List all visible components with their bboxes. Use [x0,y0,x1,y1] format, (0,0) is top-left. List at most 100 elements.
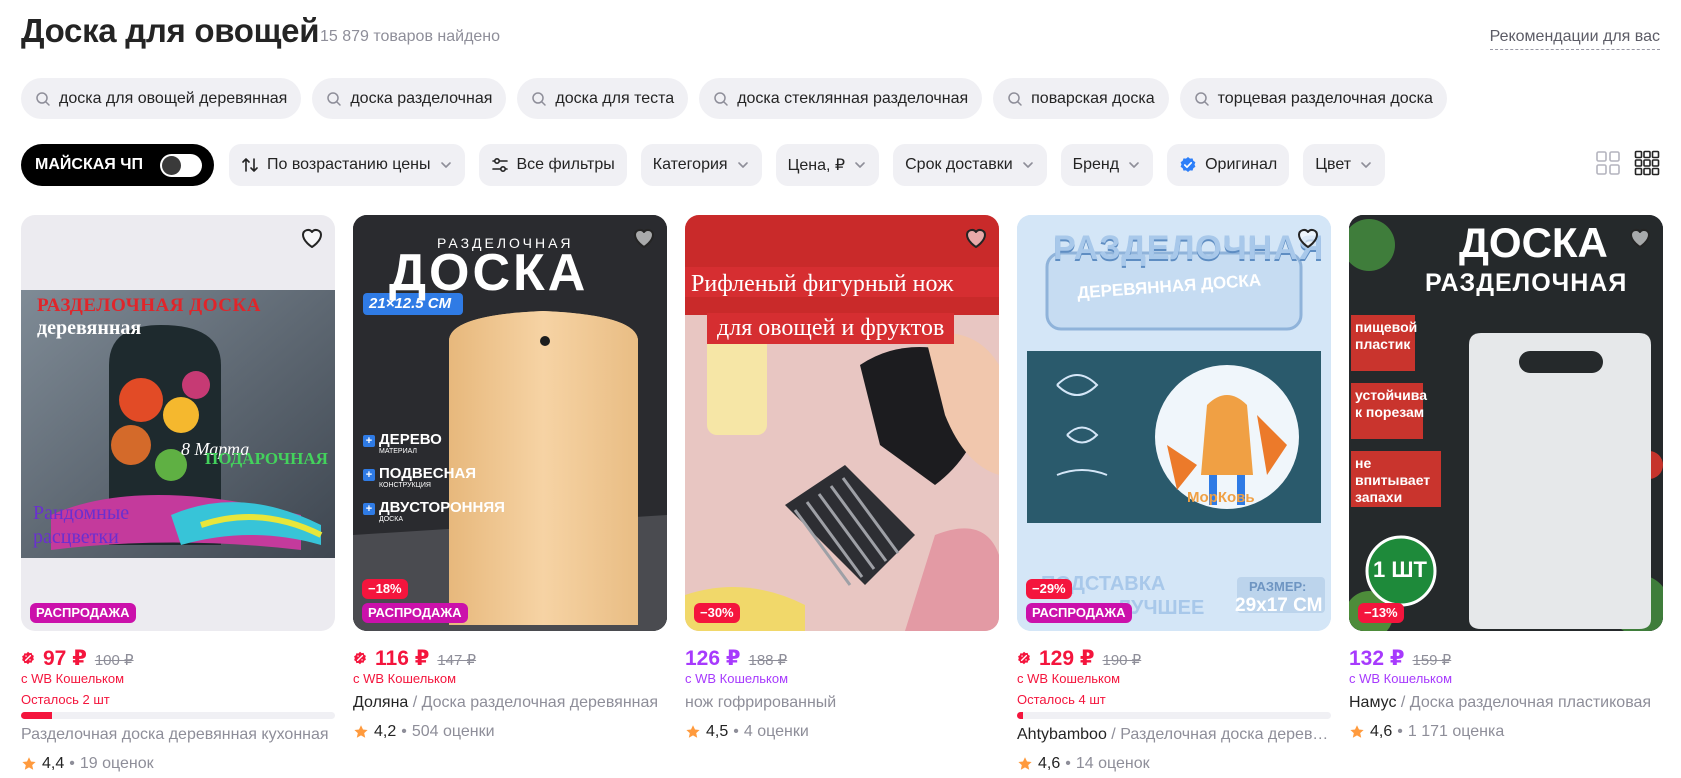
results-count: 15 879 товаров найдено [320,28,501,45]
promo-switch[interactable] [160,154,202,177]
image-caption-sub: РАЗДЕЛОЧНАЯ [1425,269,1628,297]
brand-filter[interactable]: Бренд [1060,144,1154,186]
original-filter[interactable]: Оригинал [1167,144,1290,186]
suggestion-chip[interactable]: доска для теста [517,78,689,119]
sort-dropdown[interactable]: По возрастанию цены [229,144,465,186]
promo-toggle[interactable]: МАЙСКАЯ ЧП [21,144,214,186]
chevron-down-icon [1022,162,1033,168]
feature-1: + ДЕРЕВО МАТЕРИАЛ [363,431,442,455]
sort-label: По возрастанию цены [267,156,431,173]
suggestion-chip[interactable]: доска для овощей деревянная [21,78,302,119]
sale-flame-icon [1018,651,1030,665]
image-caption-brand: МорКовь [1187,489,1255,506]
product-title: Доска разделочная деревянная [421,694,659,711]
wallet-note: с WB Кошельком [1349,671,1453,686]
rating: 4,5 • 4 оценки [685,721,999,743]
product-name[interactable]: Намус / Доска разделочная пластиковая [1349,694,1663,716]
grid-small-icon[interactable] [1634,150,1660,176]
heart-icon[interactable] [1625,222,1655,252]
plus-icon: + [363,503,375,515]
rating-sep: • [69,755,75,772]
sale-flame-icon [22,651,34,665]
sale-badge: РАСПРОДАЖА [362,603,468,623]
brand-name: Доляна [353,694,409,711]
product-image[interactable]: Рифленый фигурный нож для овощей и фрукт… [685,215,999,631]
chevron-down-icon [440,162,451,168]
rating-value: 4,6 [1038,755,1061,772]
old-price: 147 ₽ [437,652,477,669]
rating: 4,4 • 19 оценок [21,753,335,775]
product-title: нож гофрированный [685,694,837,711]
rating: 4,6 • 14 оценок [1017,753,1331,775]
product-card[interactable]: Рифленый фигурный нож для овощей и фрукт… [685,215,999,775]
delivery-label: Срок доставки [905,156,1013,173]
feature-1-label: ДЕРЕВО [379,431,442,448]
suggestion-chip[interactable]: доска разделочная [312,78,507,119]
heart-icon[interactable] [629,222,659,252]
rating-sep: • [1397,723,1403,740]
promo-label: МАЙСКАЯ ЧП [35,156,143,173]
product-name[interactable]: Ahtybamboo / Разделочная доска деревянна… [1017,726,1331,748]
plus-icon: + [363,435,375,447]
old-price: 188 ₽ [748,652,788,669]
price: 97 ₽ [43,647,87,670]
wallet-note: с WB Кошельком [353,671,457,686]
all-filters-button[interactable]: Все фильтры [478,144,627,186]
plus-icon: + [363,469,375,481]
stock-bar [1017,712,1331,719]
feature-2: + ПОДВЕСНАЯ КОНСТРУКЦИЯ [363,465,476,489]
product-card[interactable]: ДОСКА РАЗДЕЛОЧНАЯ пищевой пластик устойч… [1349,215,1663,775]
heart-icon[interactable] [297,222,327,252]
product-card[interactable]: РАЗДЕЛОЧНАЯ ДЕРЕВЯННАЯ ДОСКА МорКовь ПОД… [1017,215,1331,775]
star-icon [22,757,36,770]
verified-check-icon [1180,157,1196,172]
product-title: Доска разделочная пластиковая [1409,694,1652,711]
product-image[interactable]: ДОСКА РАЗДЕЛОЧНАЯ пищевой пластик устойч… [1349,215,1663,631]
heart-icon[interactable] [961,222,991,252]
rating-sep: • [1065,755,1071,772]
suggestion-chip[interactable]: торцевая разделочная доска [1179,78,1447,119]
all-filters-label: Все фильтры [516,156,615,173]
image-caption-big: ДОСКА [389,244,589,302]
delivery-filter[interactable]: Срок доставки [893,144,1047,186]
switch-knob [162,156,181,175]
category-filter[interactable]: Категория [640,144,762,186]
suggestion-chip[interactable]: доска стеклянная разделочная [699,78,983,119]
recommendations-link[interactable]: Рекомендации для вас [1489,28,1660,50]
image-caption-colors: Рандомные расцветки [33,502,130,548]
product-name[interactable]: нож гофрированный [685,694,999,716]
review-count: 4 оценки [743,723,809,740]
product-grid: РАЗДЕЛОЧНАЯ ДОСКА деревянная 8 Марта ПОД… [21,215,1663,775]
feature-1-sub: МАТЕРИАЛ [379,448,418,455]
suggestion-chip[interactable]: поварская доска [993,78,1169,119]
rating-value: 4,5 [706,723,729,740]
grid-large-icon[interactable] [1595,150,1621,176]
color-filter[interactable]: Цвет [1303,144,1386,186]
product-image[interactable]: РАЗДЕЛОЧНАЯ ДЕРЕВЯННАЯ ДОСКА МорКовь ПОД… [1017,215,1331,631]
sort-icon [242,158,258,172]
product-image[interactable]: РАЗДЕЛОЧНАЯ ДОСКА деревянная 8 Марта ПОД… [21,215,335,631]
feature-3-sub: ДОСКА [379,516,403,523]
review-count: 504 оценки [411,723,495,740]
price-line: 129 ₽ 190 ₽ [1017,646,1331,670]
heart-icon[interactable] [1293,222,1323,252]
wallet-note: с WB Кошельком [21,671,125,686]
sale-flame-icon [354,651,366,665]
review-count: 19 оценок [79,755,154,772]
product-card[interactable]: РАЗДЕЛОЧНАЯ ДОСКА 21×12.5 СМ + ДЕРЕВО МАТ… [353,215,667,775]
view-toggles [1595,150,1660,176]
rating-sep: • [733,723,739,740]
product-card[interactable]: РАЗДЕЛОЧНАЯ ДОСКА деревянная 8 Марта ПОД… [21,215,335,775]
feature-1: пищевой пластик [1355,319,1418,352]
feature-2: устойчива к порезам [1355,387,1427,420]
price-filter[interactable]: Цена, ₽ [775,144,880,186]
product-name[interactable]: Разделочная доска деревянная кухонная [21,726,335,748]
image-caption-2: деревянная [37,317,142,339]
search-icon [1008,91,1022,106]
price-line: 126 ₽ 188 ₽ [685,646,999,670]
chevron-down-icon [855,162,865,168]
product-photo [21,290,335,558]
product-name[interactable]: Доляна / Доска разделочная деревянная [353,694,667,716]
old-price: 100 ₽ [94,652,134,669]
product-image[interactable]: РАЗДЕЛОЧНАЯ ДОСКА 21×12.5 СМ + ДЕРЕВО МАТ… [353,215,667,631]
